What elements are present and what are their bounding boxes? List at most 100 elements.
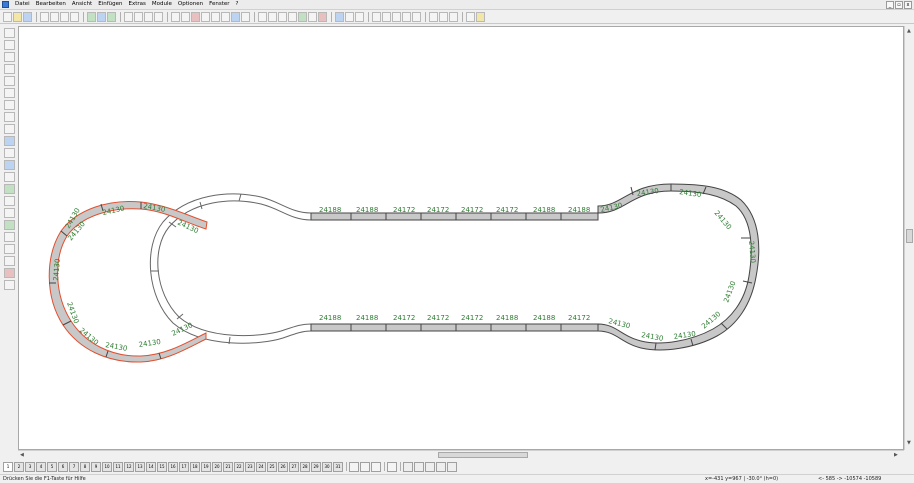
- platform-icon[interactable]: [4, 136, 15, 146]
- print-preview-icon[interactable]: [40, 11, 49, 22]
- rectangle-icon[interactable]: [4, 88, 15, 98]
- ramp-icon[interactable]: [382, 11, 391, 22]
- signal-icon[interactable]: [318, 11, 327, 22]
- page-tab[interactable]: 14: [146, 461, 156, 472]
- menu-extras[interactable]: Extras: [126, 0, 149, 9]
- grid-icon[interactable]: [97, 11, 106, 22]
- page-tab[interactable]: 3: [25, 461, 35, 472]
- page-tab[interactable]: 5: [47, 461, 57, 472]
- page-tab[interactable]: 4: [36, 461, 46, 472]
- parts-list-icon[interactable]: [345, 11, 354, 22]
- label-icon[interactable]: [4, 244, 15, 254]
- page-next-icon[interactable]: [425, 461, 435, 472]
- zoom-window-icon[interactable]: [144, 11, 153, 22]
- page-tab[interactable]: 15: [157, 461, 167, 472]
- page-tab[interactable]: 10: [102, 461, 112, 472]
- restore-button[interactable]: ▫: [895, 1, 903, 9]
- page-settings-icon[interactable]: [387, 461, 397, 472]
- line-draw-icon[interactable]: [4, 76, 15, 86]
- layout-canvas[interactable]: 24188 24188 24172 24172 24172 24172 2418…: [18, 26, 904, 450]
- select-icon[interactable]: [231, 11, 240, 22]
- new-file-icon[interactable]: [3, 11, 12, 22]
- picture-icon[interactable]: [4, 232, 15, 242]
- bridge-icon[interactable]: [392, 11, 401, 22]
- buffer-stop-icon[interactable]: [4, 148, 15, 158]
- page-tab[interactable]: 11: [113, 461, 123, 472]
- paste-icon[interactable]: [211, 11, 220, 22]
- properties-icon[interactable]: [70, 11, 79, 22]
- page-tab[interactable]: 18: [190, 461, 200, 472]
- menu-einfuegen[interactable]: Einfügen: [95, 0, 125, 9]
- page-tab[interactable]: 12: [124, 461, 134, 472]
- menu-fenster[interactable]: Fenster: [206, 0, 232, 9]
- pointer-icon[interactable]: [4, 160, 15, 170]
- menu-optionen[interactable]: Optionen: [175, 0, 206, 9]
- page-tab[interactable]: 6: [58, 461, 68, 472]
- help-cursor-icon[interactable]: [476, 11, 485, 22]
- redo-icon[interactable]: [181, 11, 190, 22]
- vertical-scroll-thumb[interactable]: [906, 229, 913, 243]
- page-tab[interactable]: 28: [300, 461, 310, 472]
- page-tab[interactable]: 22: [234, 461, 244, 472]
- layer-icon[interactable]: [107, 11, 116, 22]
- flag-icon[interactable]: [4, 280, 15, 290]
- line-tool-icon[interactable]: [449, 11, 458, 22]
- horizontal-scroll-thumb[interactable]: [438, 452, 528, 458]
- app-icon[interactable]: [2, 1, 9, 8]
- scroll-left-icon[interactable]: ◀: [20, 452, 24, 458]
- minimize-button[interactable]: _: [886, 1, 894, 9]
- page-first-icon[interactable]: [403, 461, 413, 472]
- open-file-icon[interactable]: [13, 11, 22, 22]
- house-icon[interactable]: [4, 196, 15, 206]
- page-tab[interactable]: 31: [333, 461, 343, 472]
- menu-bearbeiten[interactable]: Bearbeiten: [33, 0, 69, 9]
- menu-datei[interactable]: Datei: [12, 0, 33, 9]
- arc-icon[interactable]: [4, 124, 15, 134]
- align-icon[interactable]: [372, 11, 381, 22]
- page-tab[interactable]: 7: [69, 461, 79, 472]
- page-last-icon[interactable]: [436, 461, 446, 472]
- paint-icon[interactable]: [4, 268, 15, 278]
- page-prev-icon[interactable]: [414, 461, 424, 472]
- horizontal-scrollbar[interactable]: ◀ ▶: [18, 450, 904, 459]
- page-tab[interactable]: 23: [245, 461, 255, 472]
- page-add-icon[interactable]: [447, 461, 457, 472]
- copy-track-icon[interactable]: [201, 11, 210, 22]
- track-straight-top[interactable]: [310, 212, 599, 221]
- polygon-icon[interactable]: [4, 100, 15, 110]
- layer-manager-icon[interactable]: [349, 461, 359, 472]
- scroll-up-icon[interactable]: ▲: [907, 28, 911, 34]
- wall-icon[interactable]: [412, 11, 421, 22]
- zoom-out-icon[interactable]: [134, 11, 143, 22]
- print-icon[interactable]: [50, 11, 59, 22]
- page-tab[interactable]: 2: [14, 461, 24, 472]
- track-split-icon[interactable]: [268, 11, 277, 22]
- page-tab[interactable]: 26: [278, 461, 288, 472]
- page-tab[interactable]: 16: [168, 461, 178, 472]
- switch-track-icon[interactable]: [4, 52, 15, 62]
- page-tab[interactable]: 21: [223, 461, 233, 472]
- straight-track-icon[interactable]: [4, 28, 15, 38]
- page-tab[interactable]: 25: [267, 461, 277, 472]
- settings-icon[interactable]: [466, 11, 475, 22]
- text-tool-icon[interactable]: [429, 11, 438, 22]
- track-connect-icon[interactable]: [258, 11, 267, 22]
- page-tab[interactable]: 13: [135, 461, 145, 472]
- library-icon[interactable]: [87, 11, 96, 22]
- landscape-icon[interactable]: [298, 11, 307, 22]
- crossing-track-icon[interactable]: [4, 64, 15, 74]
- rotate-icon[interactable]: [241, 11, 250, 22]
- 3d-view-icon[interactable]: [335, 11, 344, 22]
- page-tab[interactable]: 24: [256, 461, 266, 472]
- terrain-icon[interactable]: [4, 220, 15, 230]
- column-icon[interactable]: [4, 256, 15, 266]
- color-icon[interactable]: [371, 461, 381, 472]
- ellipse-icon[interactable]: [4, 112, 15, 122]
- page-tab[interactable]: 30: [322, 461, 332, 472]
- menu-module[interactable]: Module: [149, 0, 175, 9]
- copy-icon[interactable]: [60, 11, 69, 22]
- tunnel-icon[interactable]: [402, 11, 411, 22]
- track-layout[interactable]: 24188 24188 24172 24172 24172 24172 2418…: [19, 27, 904, 450]
- zoom-in-icon[interactable]: [124, 11, 133, 22]
- measure-icon[interactable]: [355, 11, 364, 22]
